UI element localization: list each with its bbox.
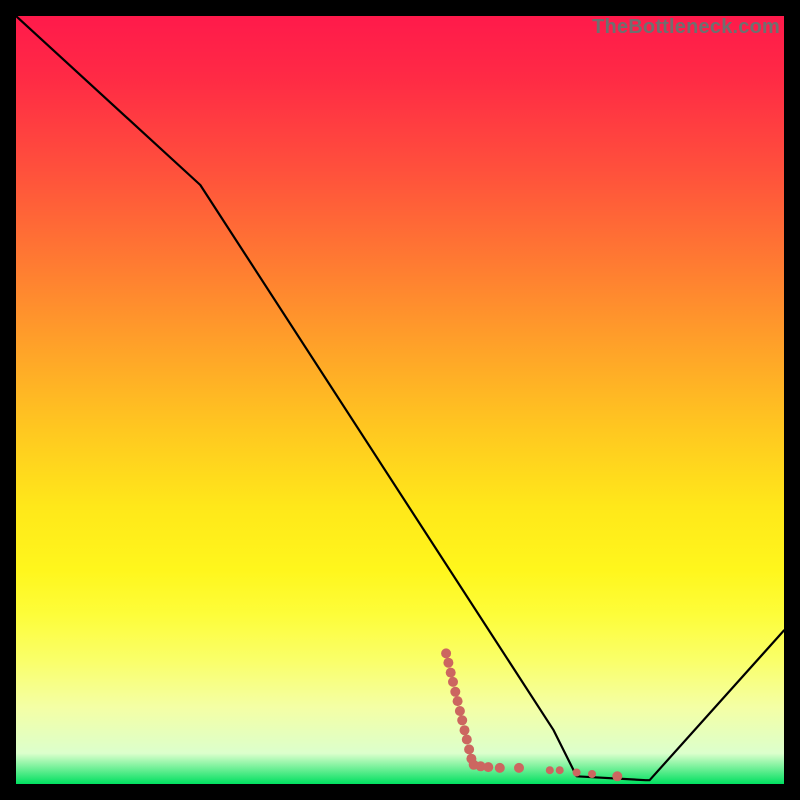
highlight-point bbox=[441, 648, 451, 658]
highlight-point bbox=[462, 735, 472, 745]
highlight-point bbox=[495, 763, 505, 773]
highlight-point bbox=[446, 668, 456, 678]
highlight-point bbox=[460, 725, 470, 735]
highlight-point bbox=[546, 766, 554, 774]
highlight-point bbox=[612, 771, 622, 781]
highlight-point bbox=[450, 687, 460, 697]
highlight-point bbox=[443, 658, 453, 668]
chart-overlay bbox=[16, 16, 784, 784]
highlight-points bbox=[441, 648, 622, 781]
highlight-point bbox=[455, 706, 465, 716]
highlight-point bbox=[556, 766, 564, 774]
bottleneck-curve bbox=[16, 16, 784, 780]
highlight-point bbox=[588, 770, 596, 778]
highlight-point bbox=[483, 762, 493, 772]
highlight-point bbox=[457, 715, 467, 725]
watermark-label: TheBottleneck.com bbox=[592, 16, 780, 39]
highlight-point bbox=[514, 763, 524, 773]
highlight-point bbox=[448, 677, 458, 687]
chart-plot-area: TheBottleneck.com bbox=[16, 16, 784, 784]
highlight-point bbox=[453, 696, 463, 706]
highlight-point bbox=[573, 769, 581, 777]
highlight-point bbox=[464, 744, 474, 754]
